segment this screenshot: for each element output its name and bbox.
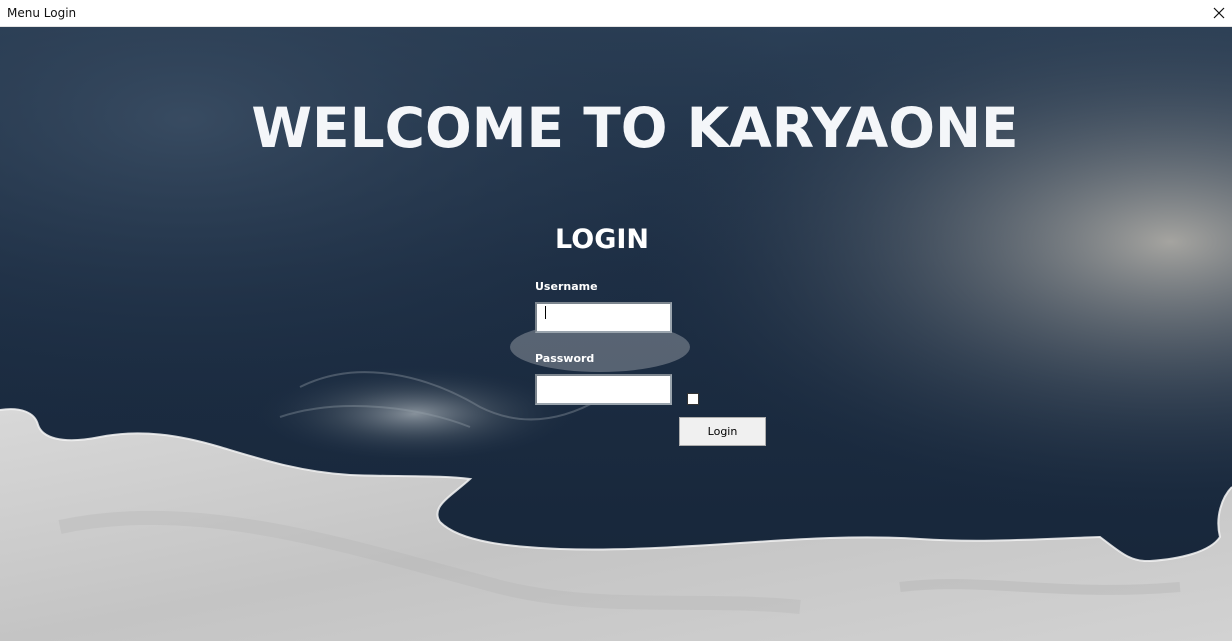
login-heading: LOGIN xyxy=(555,224,649,255)
title-bar: Menu Login xyxy=(0,0,1232,27)
password-label: Password xyxy=(535,352,595,365)
window-title: Menu Login xyxy=(7,6,77,20)
username-input[interactable] xyxy=(535,302,672,333)
show-password-checkbox[interactable] xyxy=(687,393,699,405)
login-window: Menu Login WELCOME TO KARYAONE LOGIN Use… xyxy=(0,0,1232,641)
text-caret xyxy=(545,306,546,319)
login-panel: WELCOME TO KARYAONE LOGIN Username Passw… xyxy=(0,27,1232,641)
welcome-heading: WELCOME TO KARYAONE xyxy=(251,96,1019,160)
username-label: Username xyxy=(535,280,598,293)
close-button[interactable] xyxy=(1206,0,1232,26)
password-input[interactable] xyxy=(535,374,672,405)
close-icon xyxy=(1213,7,1225,19)
login-button[interactable]: Login xyxy=(679,417,766,446)
